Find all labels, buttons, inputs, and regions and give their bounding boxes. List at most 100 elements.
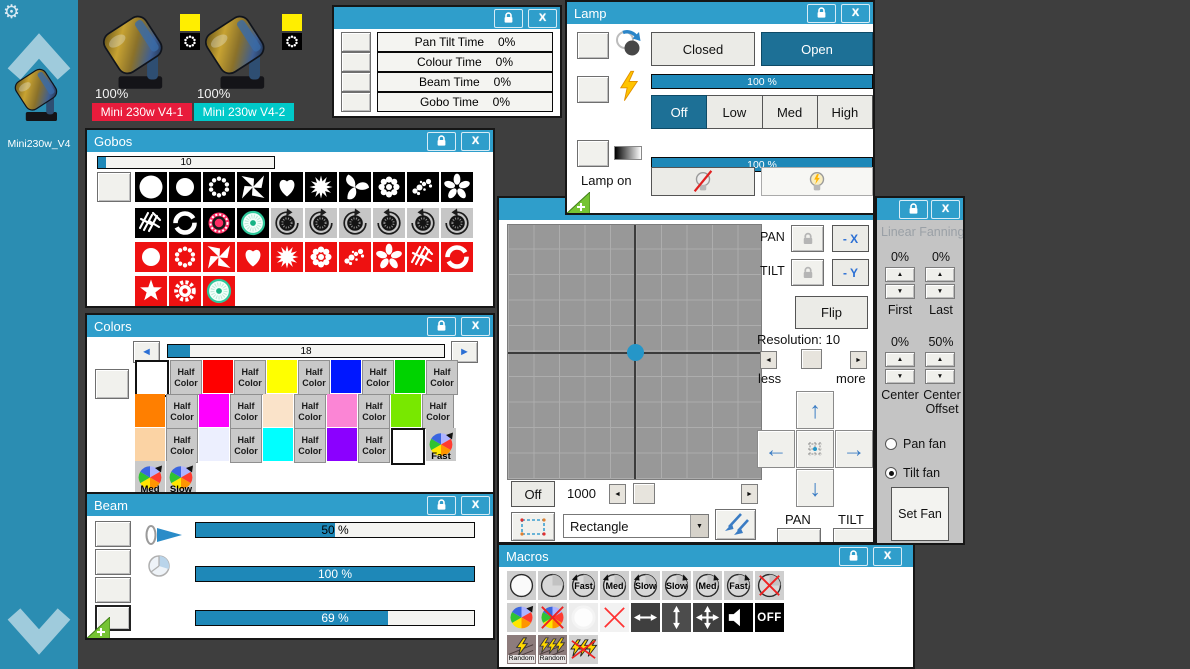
gobo-shake-scribble[interactable] [407, 242, 439, 272]
gobo-time-select-button[interactable] [341, 92, 371, 112]
nudge-up-button[interactable] [796, 391, 834, 429]
color-index-slider[interactable]: 18 [167, 344, 445, 358]
flip-button[interactable]: Flip [795, 296, 868, 329]
tilt-fan-radio[interactable]: Tilt fan [885, 466, 940, 480]
color-sw[interactable] [263, 394, 293, 427]
gobo-ring[interactable] [169, 208, 201, 238]
color-sw[interactable] [391, 394, 421, 427]
close-icon[interactable] [841, 3, 870, 23]
gobo-flower8[interactable] [373, 172, 405, 202]
center-up-button[interactable] [885, 352, 915, 367]
gobo-time-bar[interactable]: Gobo Time 0% [377, 92, 553, 112]
minus-x-button[interactable]: - X [832, 225, 869, 252]
colors-titlebar[interactable]: Colors [87, 315, 493, 337]
close-icon[interactable] [461, 495, 490, 515]
gobo-petals5[interactable] [441, 172, 473, 202]
fanning-titlebar[interactable] [877, 198, 963, 220]
gobo-rot[interactable] [407, 208, 439, 238]
gobo-dotring[interactable] [203, 172, 235, 202]
gobo-cbig[interactable] [135, 172, 167, 202]
shutter-closed-button[interactable]: Closed [651, 32, 755, 66]
pan-tilt-position-dot[interactable] [627, 344, 644, 361]
lock-icon[interactable] [839, 546, 868, 566]
speed-right-arrow[interactable] [741, 484, 758, 504]
color-half-half-color[interactable]: Half Color [358, 428, 390, 463]
beam-select-button-3[interactable] [95, 577, 131, 603]
gobo-dotteal[interactable] [237, 208, 269, 238]
resize-handle[interactable] [87, 615, 111, 638]
close-icon[interactable] [931, 199, 960, 219]
gobo-heart[interactable] [271, 172, 303, 202]
speed-left-arrow[interactable] [609, 484, 626, 504]
lock-icon[interactable] [494, 8, 523, 28]
macro-mwheelx[interactable] [538, 603, 567, 632]
gobo-shake-flower8[interactable] [305, 242, 337, 272]
macro-mcr-med[interactable]: Med [600, 571, 629, 600]
tilt-value-box[interactable] [833, 528, 873, 542]
lock-icon[interactable] [899, 199, 928, 219]
macro-mcr-slow[interactable]: Slow [631, 571, 660, 600]
movement-off-button[interactable]: Off [511, 481, 555, 507]
macro-mspk[interactable] [724, 603, 753, 632]
gobo-shake-star5[interactable] [135, 276, 167, 306]
lamp-on-button[interactable] [761, 167, 873, 196]
speed-slider-thumb[interactable] [633, 483, 655, 504]
strobe-mode-med[interactable]: Med [762, 95, 818, 129]
swap-diagonal-button[interactable] [715, 509, 756, 540]
gobo-shake-sunburst[interactable] [271, 242, 303, 272]
macro-mco[interactable] [507, 571, 536, 600]
strobe-select-button[interactable] [577, 76, 609, 103]
close-icon[interactable] [528, 8, 557, 28]
gobo-index-slider[interactable]: 10 [97, 156, 275, 169]
macro-mcr-fast[interactable]: Fast [724, 571, 753, 600]
color-half-half-color[interactable]: Half Color [298, 360, 330, 395]
gobos-titlebar[interactable]: Gobos [87, 130, 493, 152]
gobo-fan3[interactable] [339, 172, 371, 202]
pan-tilt-grid[interactable] [507, 224, 762, 480]
fixture-1-name[interactable]: Mini 230w V4-1 [92, 103, 192, 121]
colour-time-select-button[interactable] [341, 52, 371, 72]
center-position-button[interactable] [796, 430, 834, 468]
strobe-mode-high[interactable]: High [817, 95, 873, 129]
color-sw[interactable] [331, 360, 361, 393]
pan-value-box[interactable] [777, 528, 821, 542]
color-half-half-color[interactable]: Half Color [294, 428, 326, 463]
resolution-less-arrow[interactable] [760, 351, 777, 369]
gobo-gearpink[interactable] [203, 208, 235, 238]
macro-mrand-random[interactable]: Random [507, 635, 536, 664]
lamp-titlebar[interactable]: Lamp [567, 2, 873, 24]
first-up-button[interactable] [885, 267, 915, 282]
macro-mcs[interactable] [538, 571, 567, 600]
color-wheel-med[interactable]: Med [135, 461, 165, 492]
minus-y-button[interactable]: - Y [832, 259, 869, 286]
resize-handle[interactable] [567, 190, 591, 213]
color-half-half-color[interactable]: Half Color [358, 394, 390, 429]
color-sw[interactable] [391, 428, 425, 465]
gobo-shake-ring[interactable] [441, 242, 473, 272]
pan-fan-radio-circle[interactable] [885, 438, 897, 450]
lock-icon[interactable] [807, 3, 836, 23]
macro-msoft[interactable] [569, 603, 598, 632]
strobe-mode-off[interactable]: Off [651, 95, 708, 129]
tilt-lock-button[interactable] [791, 259, 824, 286]
close-icon[interactable] [461, 131, 490, 151]
nudge-down-button[interactable] [796, 469, 834, 507]
macro-mcr-med[interactable]: Med [693, 571, 722, 600]
gobo-shake-petals5[interactable] [373, 242, 405, 272]
gobo-shake-heart[interactable] [237, 242, 269, 272]
color-wheel-slow[interactable]: Slow [166, 461, 196, 492]
beam-time-bar[interactable]: Beam Time 0% [377, 72, 553, 92]
macro-mcr-fast[interactable]: Fast [569, 571, 598, 600]
strobe-level-bar[interactable]: 100 % [651, 74, 873, 89]
macro-mwheel[interactable] [507, 603, 536, 632]
color-half-half-color[interactable]: Half Color [166, 428, 198, 463]
color-sw[interactable] [199, 394, 229, 427]
times-titlebar[interactable] [334, 7, 560, 29]
macro-moff-off[interactable]: OFF [755, 603, 784, 632]
beam-bar-3[interactable]: 69 % [195, 610, 475, 626]
fixture-2-indicator-sw[interactable] [282, 14, 302, 31]
tilt-fan-radio-circle[interactable] [885, 467, 897, 479]
close-icon[interactable] [873, 546, 902, 566]
gobo-scribble[interactable] [135, 208, 167, 238]
color-half-half-color[interactable]: Half Color [170, 360, 202, 395]
